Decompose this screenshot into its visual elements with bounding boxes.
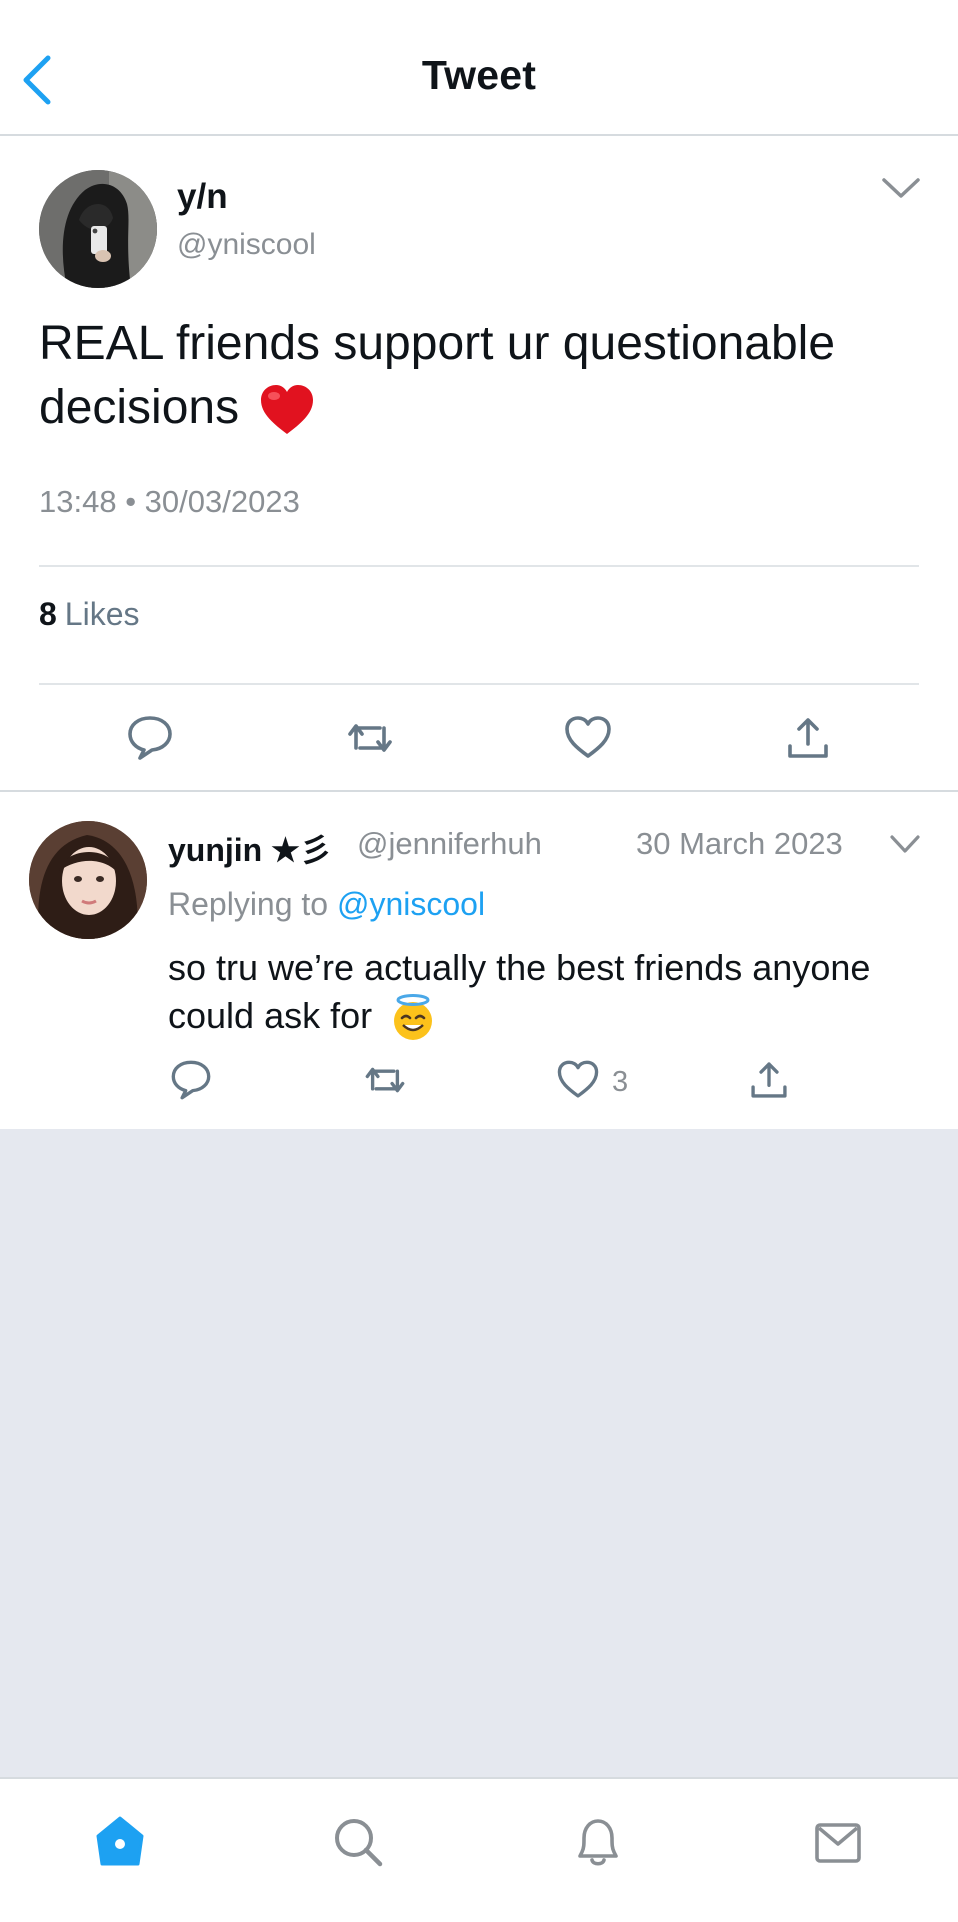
author-handle[interactable]: @yniscool <box>177 228 316 262</box>
retweet-icon[interactable] <box>362 1057 408 1103</box>
empty-timeline-area <box>0 1129 958 1777</box>
messages-icon[interactable] <box>808 1812 868 1872</box>
divider <box>39 683 919 685</box>
replying-mention-link[interactable]: @yniscool <box>337 886 485 922</box>
red-heart-icon <box>261 385 314 435</box>
tweet-text: REAL friends support ur questionable dec… <box>39 317 836 434</box>
top-nav-bar: Tweet <box>0 0 958 136</box>
author-name[interactable]: y/n <box>177 177 228 217</box>
like-icon[interactable] <box>562 712 614 764</box>
home-icon[interactable] <box>90 1812 150 1872</box>
replying-prefix: Replying to <box>168 886 329 922</box>
smiling-face-with-halo-icon <box>394 994 433 1041</box>
retweet-icon[interactable] <box>344 712 396 764</box>
reply-author-handle[interactable]: @jenniferhuh <box>357 826 542 862</box>
share-icon[interactable] <box>746 1057 792 1103</box>
share-icon[interactable] <box>782 712 834 764</box>
tweet-timestamp[interactable]: 13:48 • 30/03/2023 <box>39 484 300 520</box>
reply-date: 30 March 2023 <box>636 826 843 861</box>
likes-number: 8 <box>39 596 57 632</box>
replying-to-line: Replying to @yniscool <box>168 886 485 923</box>
chevron-down-icon[interactable] <box>878 172 924 204</box>
likes-label: Likes <box>64 596 140 632</box>
divider <box>39 565 919 567</box>
like-icon[interactable] <box>555 1057 601 1103</box>
reply-icon[interactable] <box>168 1057 214 1103</box>
tweet-text-block: REAL friends support ur questionable dec… <box>39 312 919 440</box>
likes-count[interactable]: 8 Likes <box>39 596 140 633</box>
reply-icon[interactable] <box>124 712 176 764</box>
search-icon[interactable] <box>328 1812 388 1872</box>
author-avatar[interactable] <box>39 170 157 288</box>
reply-text: so tru we’re actually the best friends a… <box>168 947 871 1036</box>
chevron-down-icon[interactable] <box>888 832 922 856</box>
page-title: Tweet <box>421 52 537 98</box>
notifications-icon[interactable] <box>568 1812 628 1872</box>
divider <box>0 790 958 792</box>
reply-like-count: 3 <box>612 1066 629 1098</box>
reply-text-block: so tru we’re actually the best friends a… <box>168 944 908 1043</box>
reply-author-name[interactable]: yunjin ★彡 <box>168 825 332 871</box>
reply-author-avatar[interactable] <box>29 821 147 939</box>
